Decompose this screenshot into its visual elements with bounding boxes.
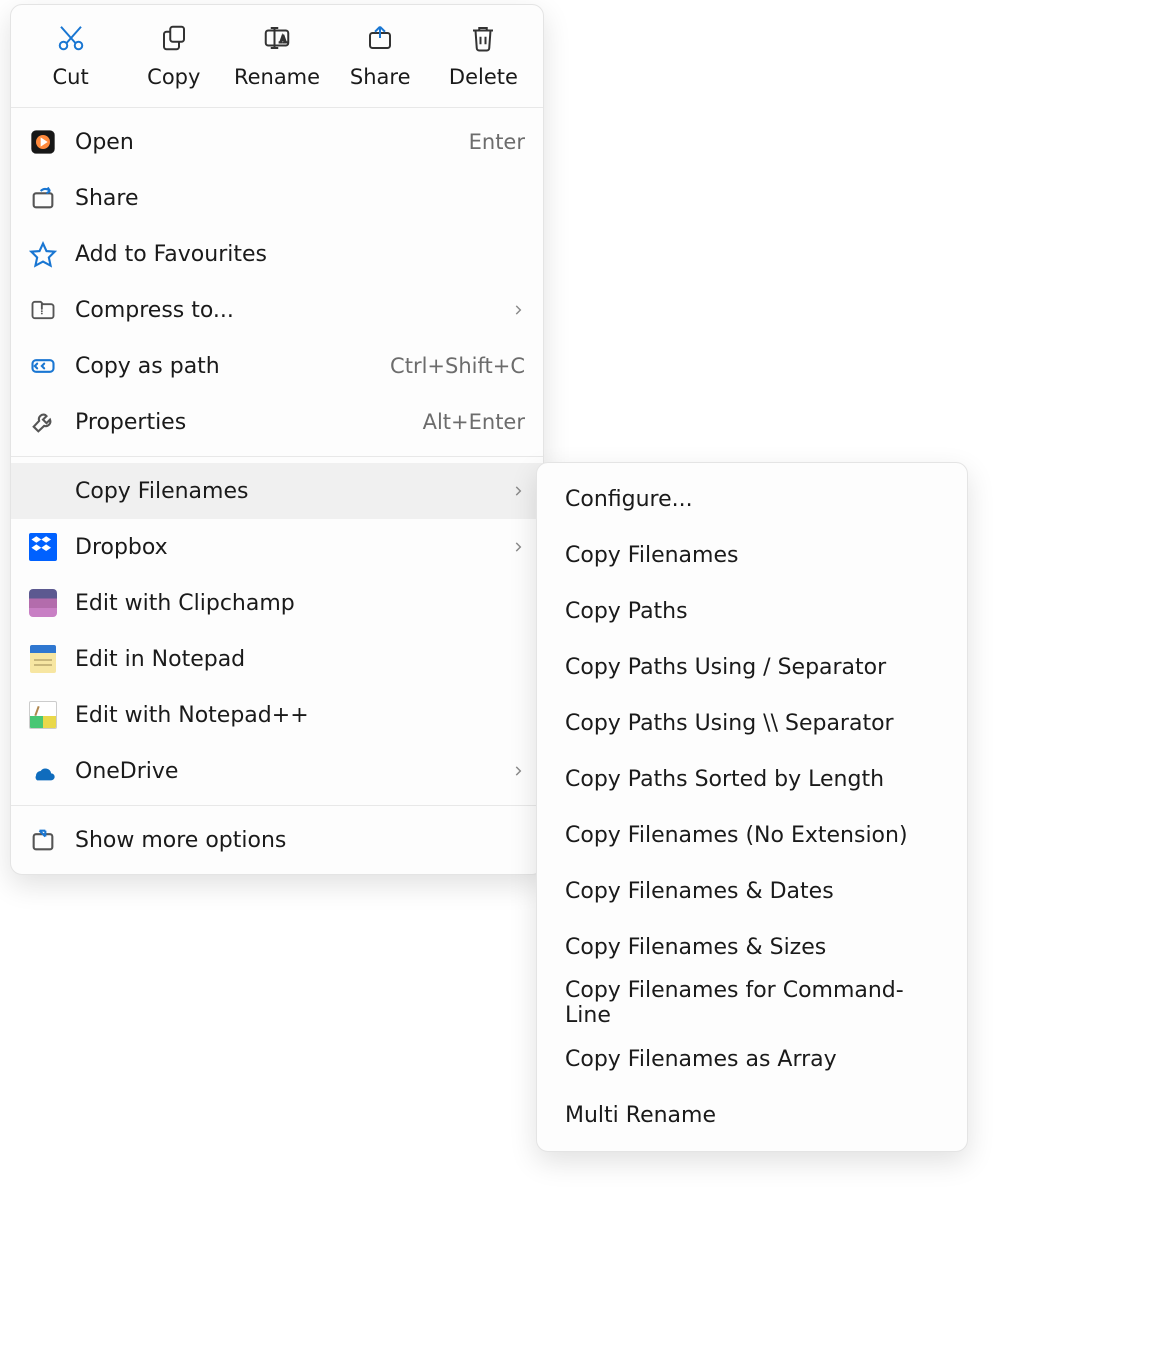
open-label: Open: [75, 130, 451, 155]
notepadpp-menuitem[interactable]: Edit with Notepad++: [11, 687, 543, 743]
chevron-right-icon: [511, 759, 525, 784]
sub-label: Copy Filenames for Command-Line: [565, 978, 939, 1028]
sub-copy-array[interactable]: Copy Filenames as Array: [537, 1031, 967, 1087]
clipchamp-label: Edit with Clipchamp: [75, 591, 525, 616]
onedrive-menuitem[interactable]: OneDrive: [11, 743, 543, 799]
onedrive-label: OneDrive: [75, 759, 493, 784]
share-label-2: Share: [75, 186, 525, 211]
share-icon: [365, 23, 395, 53]
sub-copy-paths-sorted[interactable]: Copy Paths Sorted by Length: [537, 751, 967, 807]
open-shortcut: Enter: [469, 130, 525, 154]
blank-icon: [29, 477, 57, 505]
cut-label: Cut: [52, 65, 88, 89]
compress-menuitem[interactable]: Compress to...: [11, 282, 543, 338]
sub-label: Configure...: [565, 487, 693, 512]
show-more-menuitem[interactable]: Show more options: [11, 812, 543, 868]
copy-label: Copy: [147, 65, 200, 89]
sub-label: Copy Paths Sorted by Length: [565, 767, 884, 792]
copy-filenames-label: Copy Filenames: [75, 479, 493, 504]
copy-filenames-menuitem[interactable]: Copy Filenames: [11, 463, 543, 519]
open-menuitem[interactable]: Open Enter: [11, 114, 543, 170]
share-out-icon: [29, 184, 57, 212]
share-button-toolbar[interactable]: Share: [329, 15, 432, 99]
open-app-icon: [29, 128, 57, 156]
copy-as-path-menuitem[interactable]: Copy as path Ctrl+Shift+C: [11, 338, 543, 394]
compress-label: Compress to...: [75, 298, 493, 323]
sub-multi-rename[interactable]: Multi Rename: [537, 1087, 967, 1143]
sub-copy-sizes[interactable]: Copy Filenames & Sizes: [537, 919, 967, 975]
sub-label: Copy Filenames: [565, 543, 738, 568]
dropbox-menuitem[interactable]: Dropbox: [11, 519, 543, 575]
sub-copy-dates[interactable]: Copy Filenames & Dates: [537, 863, 967, 919]
notepad-icon: [29, 645, 57, 673]
properties-shortcut: Alt+Enter: [423, 410, 525, 434]
trash-icon: [468, 23, 498, 53]
copy-button[interactable]: Copy: [122, 15, 225, 99]
delete-label: Delete: [449, 65, 518, 89]
copy-icon: [159, 23, 189, 53]
context-menu: Cut Copy A Rename Share Delete: [10, 4, 544, 875]
zip-icon: [29, 296, 57, 324]
onedrive-icon: [29, 757, 57, 785]
sub-label: Copy Paths: [565, 599, 688, 624]
sub-label: Copy Paths Using / Separator: [565, 655, 886, 680]
sub-label: Copy Filenames & Dates: [565, 879, 834, 904]
favourites-label: Add to Favourites: [75, 242, 525, 267]
share-menuitem[interactable]: Share: [11, 170, 543, 226]
section-apps: Copy Filenames Dropbox Edit with Clipcha…: [11, 456, 543, 805]
star-icon: [29, 240, 57, 268]
cut-button[interactable]: Cut: [19, 15, 122, 99]
rename-icon: A: [262, 23, 292, 53]
copy-as-path-shortcut: Ctrl+Shift+C: [390, 354, 525, 378]
toolbar: Cut Copy A Rename Share Delete: [11, 5, 543, 108]
scissors-icon: [56, 23, 86, 53]
sub-copy-paths-slash[interactable]: Copy Paths Using / Separator: [537, 639, 967, 695]
sub-copy-paths[interactable]: Copy Paths: [537, 583, 967, 639]
show-more-icon: [29, 826, 57, 854]
rename-label: Rename: [234, 65, 320, 89]
add-favourites-menuitem[interactable]: Add to Favourites: [11, 226, 543, 282]
sub-configure[interactable]: Configure...: [537, 471, 967, 527]
chevron-right-icon: [511, 535, 525, 560]
sub-label: Copy Filenames (No Extension): [565, 823, 908, 848]
chevron-right-icon: [511, 298, 525, 323]
copy-as-path-label: Copy as path: [75, 354, 372, 379]
sub-copy-noext[interactable]: Copy Filenames (No Extension): [537, 807, 967, 863]
rename-button[interactable]: A Rename: [225, 15, 328, 99]
dropbox-label: Dropbox: [75, 535, 493, 560]
clipchamp-menuitem[interactable]: Edit with Clipchamp: [11, 575, 543, 631]
notepadpp-label: Edit with Notepad++: [75, 703, 525, 728]
notepadpp-icon: [29, 701, 57, 729]
properties-label: Properties: [75, 410, 405, 435]
copy-filenames-submenu: Configure... Copy Filenames Copy Paths C…: [536, 462, 968, 1152]
sub-copy-filenames[interactable]: Copy Filenames: [537, 527, 967, 583]
notepad-menuitem[interactable]: Edit in Notepad: [11, 631, 543, 687]
path-icon: [29, 352, 57, 380]
sub-label: Multi Rename: [565, 1103, 716, 1128]
properties-menuitem[interactable]: Properties Alt+Enter: [11, 394, 543, 450]
svg-text:A: A: [280, 34, 288, 45]
share-label: Share: [350, 65, 411, 89]
dropbox-icon: [29, 533, 57, 561]
sub-copy-cmdline[interactable]: Copy Filenames for Command-Line: [537, 975, 967, 1031]
section-more: Show more options: [11, 805, 543, 874]
chevron-right-icon: [511, 479, 525, 504]
sub-label: Copy Filenames & Sizes: [565, 935, 826, 960]
clipchamp-icon: [29, 589, 57, 617]
notepad-label: Edit in Notepad: [75, 647, 525, 672]
delete-button[interactable]: Delete: [432, 15, 535, 99]
wrench-icon: [29, 408, 57, 436]
sub-copy-paths-backslash[interactable]: Copy Paths Using \\ Separator: [537, 695, 967, 751]
sub-label: Copy Paths Using \\ Separator: [565, 711, 894, 736]
show-more-label: Show more options: [75, 828, 525, 853]
section-system: Open Enter Share Add to Favourites Compr…: [11, 108, 543, 456]
sub-label: Copy Filenames as Array: [565, 1047, 837, 1072]
